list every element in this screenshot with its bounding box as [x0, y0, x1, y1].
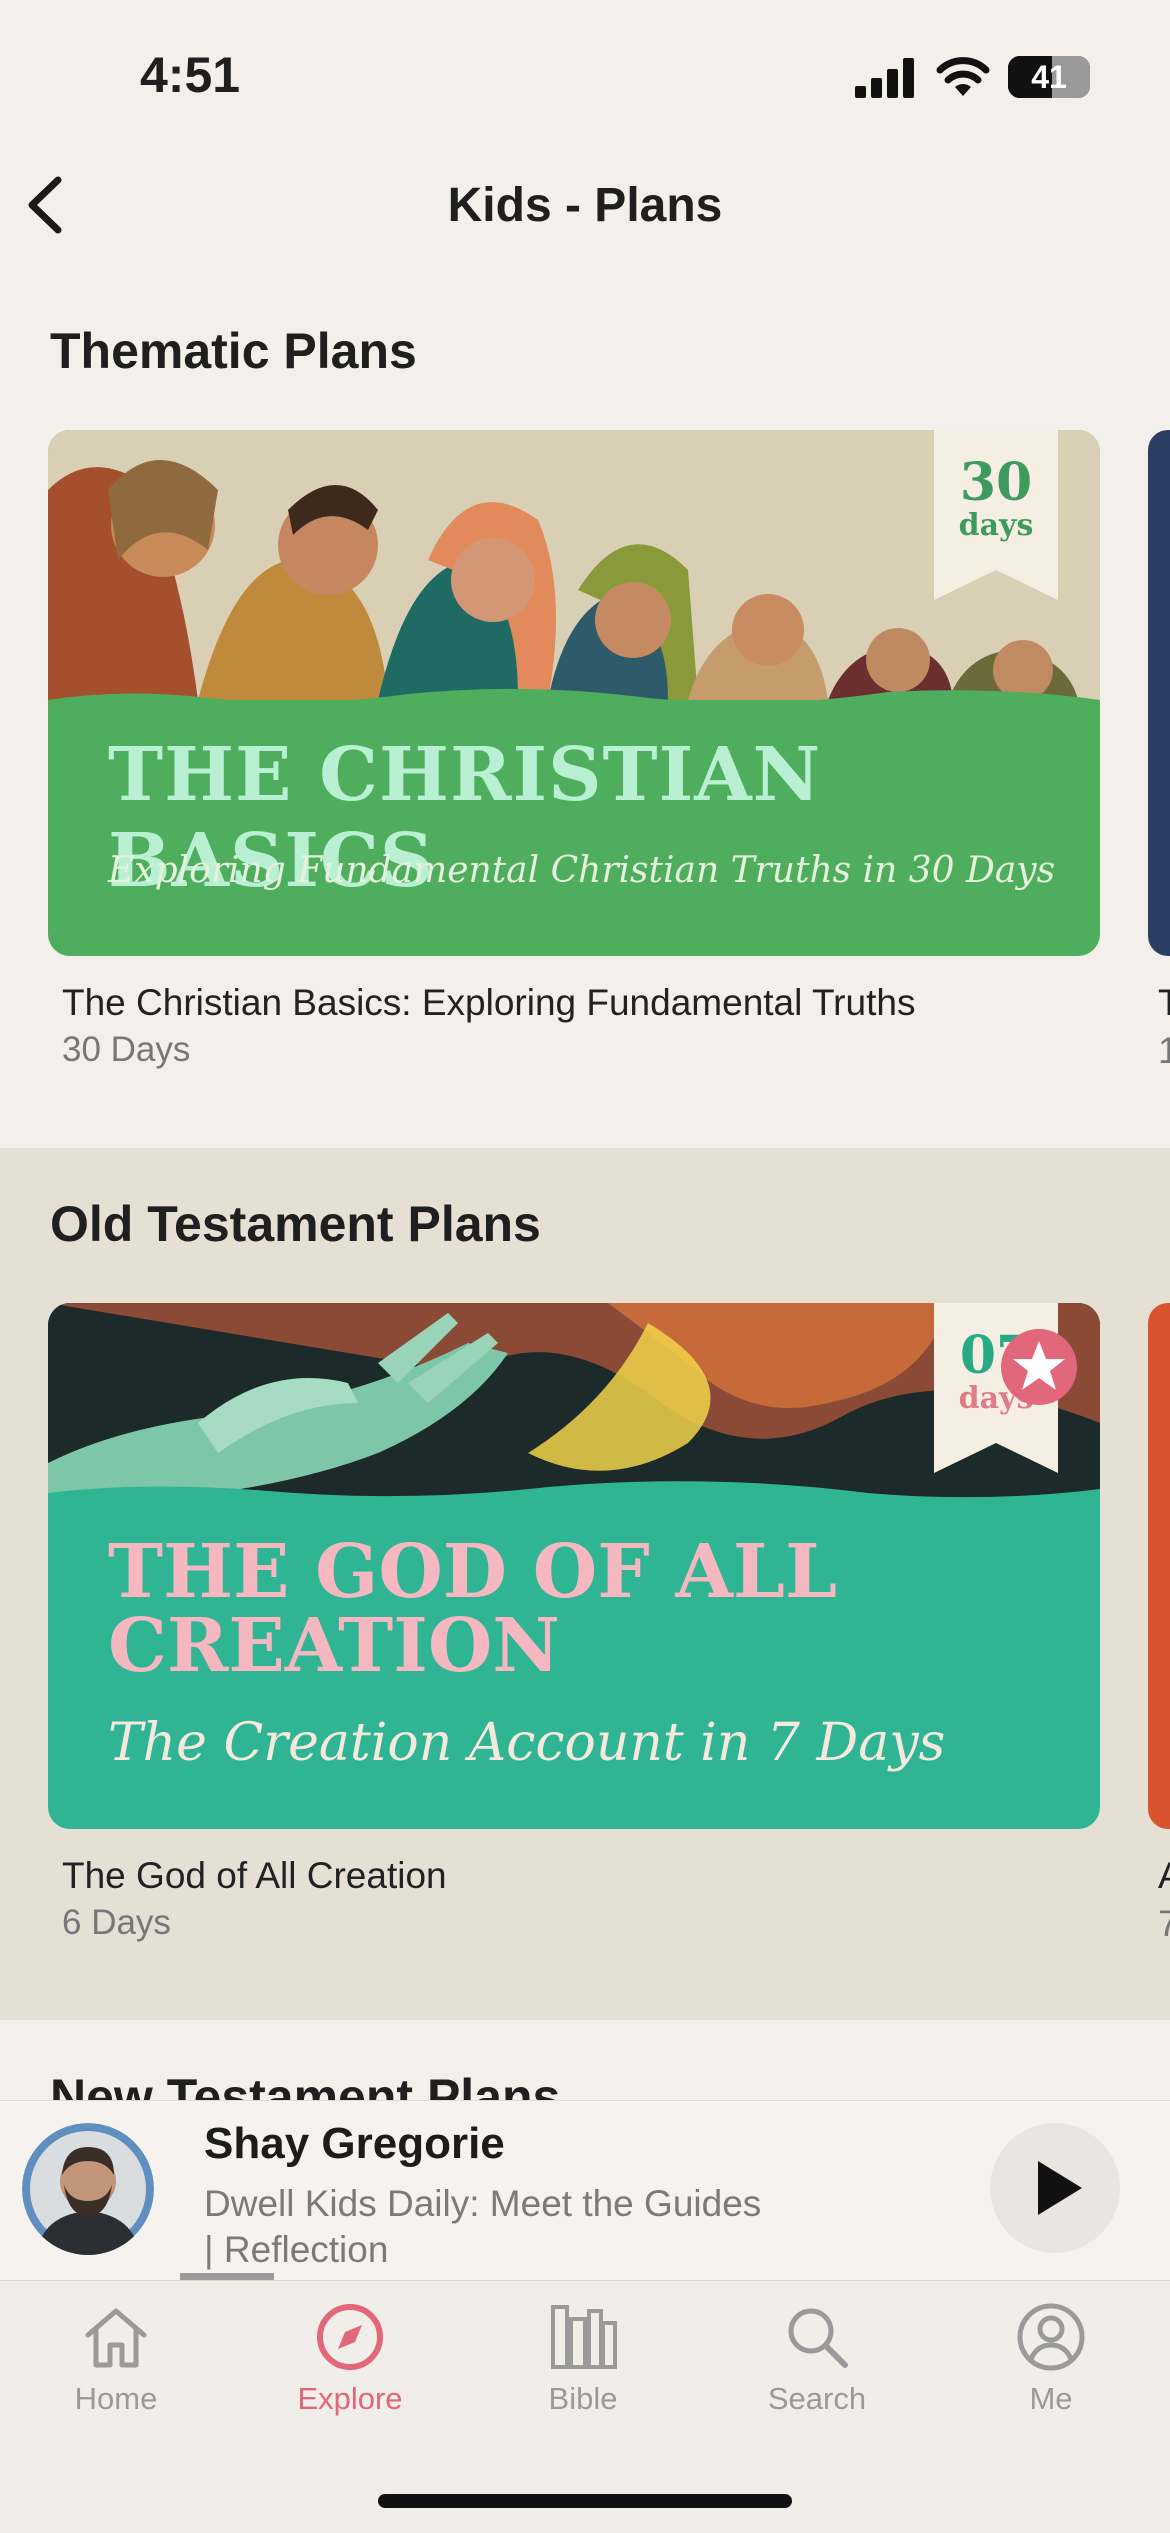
status-time: 4:51: [140, 47, 241, 103]
battery-level: 41: [1031, 59, 1067, 95]
player-episode-title: Dwell Kids Daily: Meet the Guides: [204, 2183, 762, 2224]
plan-duration: 30 Days: [62, 1030, 191, 1069]
play-icon: [1038, 2161, 1082, 2215]
status-bar: 4:51 41: [0, 0, 1170, 150]
next-plan-duration-peek: 7: [1158, 1903, 1170, 1944]
plan-title[interactable]: The Christian Basics: Exploring Fundamen…: [62, 982, 915, 1024]
player-speaker-name: Shay Gregorie: [204, 2119, 505, 2168]
tab-explore[interactable]: Explore: [250, 2301, 450, 2451]
play-button[interactable]: [990, 2123, 1120, 2253]
compass-icon: [317, 2304, 383, 2370]
cover-subtitle: The Creation Account in 7 Days: [108, 1713, 946, 1773]
mini-player[interactable]: Shay Gregorie Dwell Kids Daily: Meet the…: [0, 2100, 1170, 2281]
next-plan-title-peek: T: [1158, 982, 1170, 1023]
plan-card-christian-basics[interactable]: 30 days THE CHRISTIAN BASICS Exploring F…: [48, 430, 1100, 956]
plan-duration: 6 Days: [62, 1903, 171, 1942]
wifi-icon: [936, 57, 990, 96]
page-title: Kids - Plans: [447, 179, 723, 232]
plan-card-god-of-all-creation[interactable]: 07 days THE GOD OF ALL CREATION The Crea…: [48, 1303, 1100, 1829]
plan-title[interactable]: The God of All Creation: [62, 1855, 447, 1897]
tab-bible[interactable]: Bible: [483, 2301, 683, 2451]
next-card-peek[interactable]: [1148, 430, 1170, 956]
section-title-old-testament: Old Testament Plans: [50, 1196, 541, 1252]
tab-home[interactable]: Home: [16, 2301, 216, 2451]
tab-search[interactable]: Search: [717, 2301, 917, 2451]
home-icon: [85, 2308, 147, 2368]
featured-star-icon: [1001, 1329, 1077, 1405]
cover-title-line1: THE GOD OF ALL: [108, 1529, 837, 1615]
section-title-thematic: Thematic Plans: [50, 323, 417, 379]
cover-subtitle: Exploring Fundamental Christian Truths i…: [108, 850, 1056, 891]
player-episode-subtitle: | Reflection: [204, 2229, 389, 2270]
next-plan-title-peek: A: [1158, 1855, 1170, 1897]
books-icon: [551, 2305, 617, 2369]
person-icon: [1017, 2303, 1085, 2371]
avatar: [22, 2123, 154, 2255]
search-icon: [788, 2308, 848, 2368]
cellular-signal-icon: [855, 58, 914, 98]
battery-icon: 41: [1008, 56, 1090, 98]
next-plan-duration-peek: 1: [1158, 1030, 1170, 1071]
home-indicator[interactable]: [378, 2494, 792, 2508]
tab-me[interactable]: Me: [951, 2301, 1151, 2451]
cover-title-line2: CREATION: [108, 1603, 560, 1689]
next-card-peek[interactable]: [1148, 1303, 1170, 1829]
